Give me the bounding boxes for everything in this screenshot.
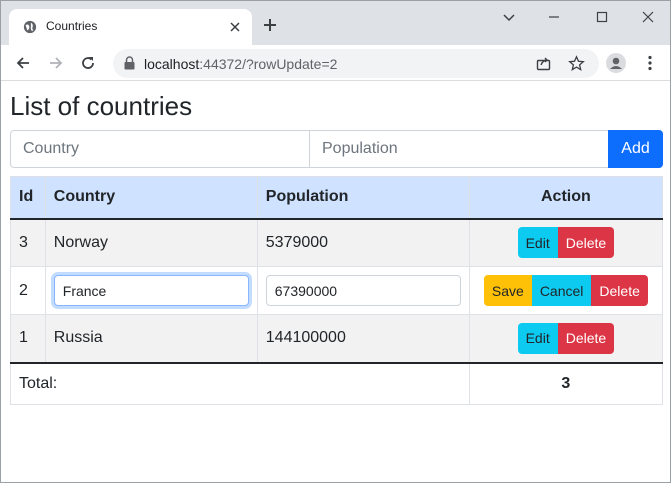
- url-host: localhost: [144, 56, 200, 72]
- header-action: Action: [468, 176, 664, 220]
- row-id: 1: [10, 314, 46, 364]
- edit-button[interactable]: Edit: [517, 322, 558, 354]
- window-close-icon[interactable]: [640, 9, 656, 25]
- total-label: Total:: [10, 362, 470, 405]
- save-button[interactable]: Save: [483, 275, 532, 306]
- header-id: Id: [10, 176, 46, 220]
- table-row-editing: 2 Save Cancel Delete: [10, 266, 664, 315]
- countries-table: Id Country Population Action 3 Norway 53…: [10, 176, 664, 405]
- add-country-form: Add: [10, 130, 663, 168]
- row-button-group: Save Cancel Delete: [483, 275, 648, 306]
- row-button-group: Edit Delete: [517, 227, 615, 259]
- forward-arrow-icon[interactable]: [47, 54, 65, 72]
- row-actions: Edit Delete: [468, 314, 664, 364]
- url-path: :44372/?rowUpdate=2: [199, 56, 338, 72]
- chevron-down-icon[interactable]: [501, 9, 517, 25]
- table-row: 1 Russia 144100000 Edit Delete: [10, 314, 664, 364]
- row-actions: Save Cancel Delete: [468, 266, 664, 315]
- row-country: Russia: [44, 314, 258, 364]
- header-population: Population: [256, 176, 470, 220]
- profile-avatar-icon[interactable]: [606, 53, 626, 73]
- reload-icon[interactable]: [79, 54, 97, 72]
- delete-button[interactable]: Delete: [557, 322, 615, 354]
- edit-population-input[interactable]: [265, 275, 461, 306]
- minimize-icon[interactable]: [546, 9, 562, 25]
- row-population: 5379000: [256, 218, 470, 267]
- row-id: 2: [10, 266, 46, 315]
- browser-tab[interactable]: Countries: [9, 9, 252, 45]
- row-button-group: Edit Delete: [517, 322, 615, 354]
- delete-button[interactable]: Delete: [591, 275, 648, 306]
- new-tab-plus-icon[interactable]: [262, 17, 278, 33]
- maximize-icon[interactable]: [594, 9, 610, 25]
- browser-toolbar: localhost:44372/?rowUpdate=2: [1, 45, 670, 81]
- page-title: List of countries: [10, 91, 193, 121]
- delete-button[interactable]: Delete: [557, 227, 615, 259]
- browser-window: Countries localhost:44372/?rowUpdate=2 L…: [0, 0, 671, 483]
- lock-icon: [124, 56, 135, 70]
- row-id: 3: [10, 218, 46, 267]
- cancel-button[interactable]: Cancel: [531, 275, 592, 306]
- tab-title: Countries: [46, 19, 98, 33]
- country-input[interactable]: [10, 130, 310, 168]
- edit-button[interactable]: Edit: [517, 227, 558, 259]
- row-actions: Edit Delete: [468, 218, 664, 267]
- back-arrow-icon[interactable]: [14, 54, 32, 72]
- table-header-row: Id Country Population Action: [10, 176, 664, 220]
- add-button[interactable]: Add: [608, 130, 663, 168]
- table-footer-row: Total: 3: [10, 362, 664, 405]
- row-population-cell: [256, 266, 470, 315]
- edit-country-input[interactable]: [53, 275, 249, 306]
- star-icon[interactable]: [568, 55, 585, 72]
- row-country: Norway: [44, 218, 258, 267]
- more-options-icon[interactable]: [641, 54, 659, 72]
- row-population: 144100000: [256, 314, 470, 364]
- url-text: localhost:44372/?rowUpdate=2: [144, 56, 337, 72]
- row-country-cell: [44, 266, 258, 315]
- globe-icon: [23, 20, 37, 34]
- total-count: 3: [468, 362, 664, 405]
- population-input[interactable]: [309, 130, 609, 168]
- close-icon[interactable]: [228, 20, 242, 34]
- table-row: 3 Norway 5379000 Edit Delete: [10, 218, 664, 267]
- page-content: List of countries Add Id Country Populat…: [1, 82, 670, 482]
- tab-strip: Countries: [1, 1, 670, 45]
- share-icon[interactable]: [535, 55, 552, 72]
- address-bar[interactable]: localhost:44372/?rowUpdate=2: [113, 49, 599, 78]
- header-country: Country: [44, 176, 258, 220]
